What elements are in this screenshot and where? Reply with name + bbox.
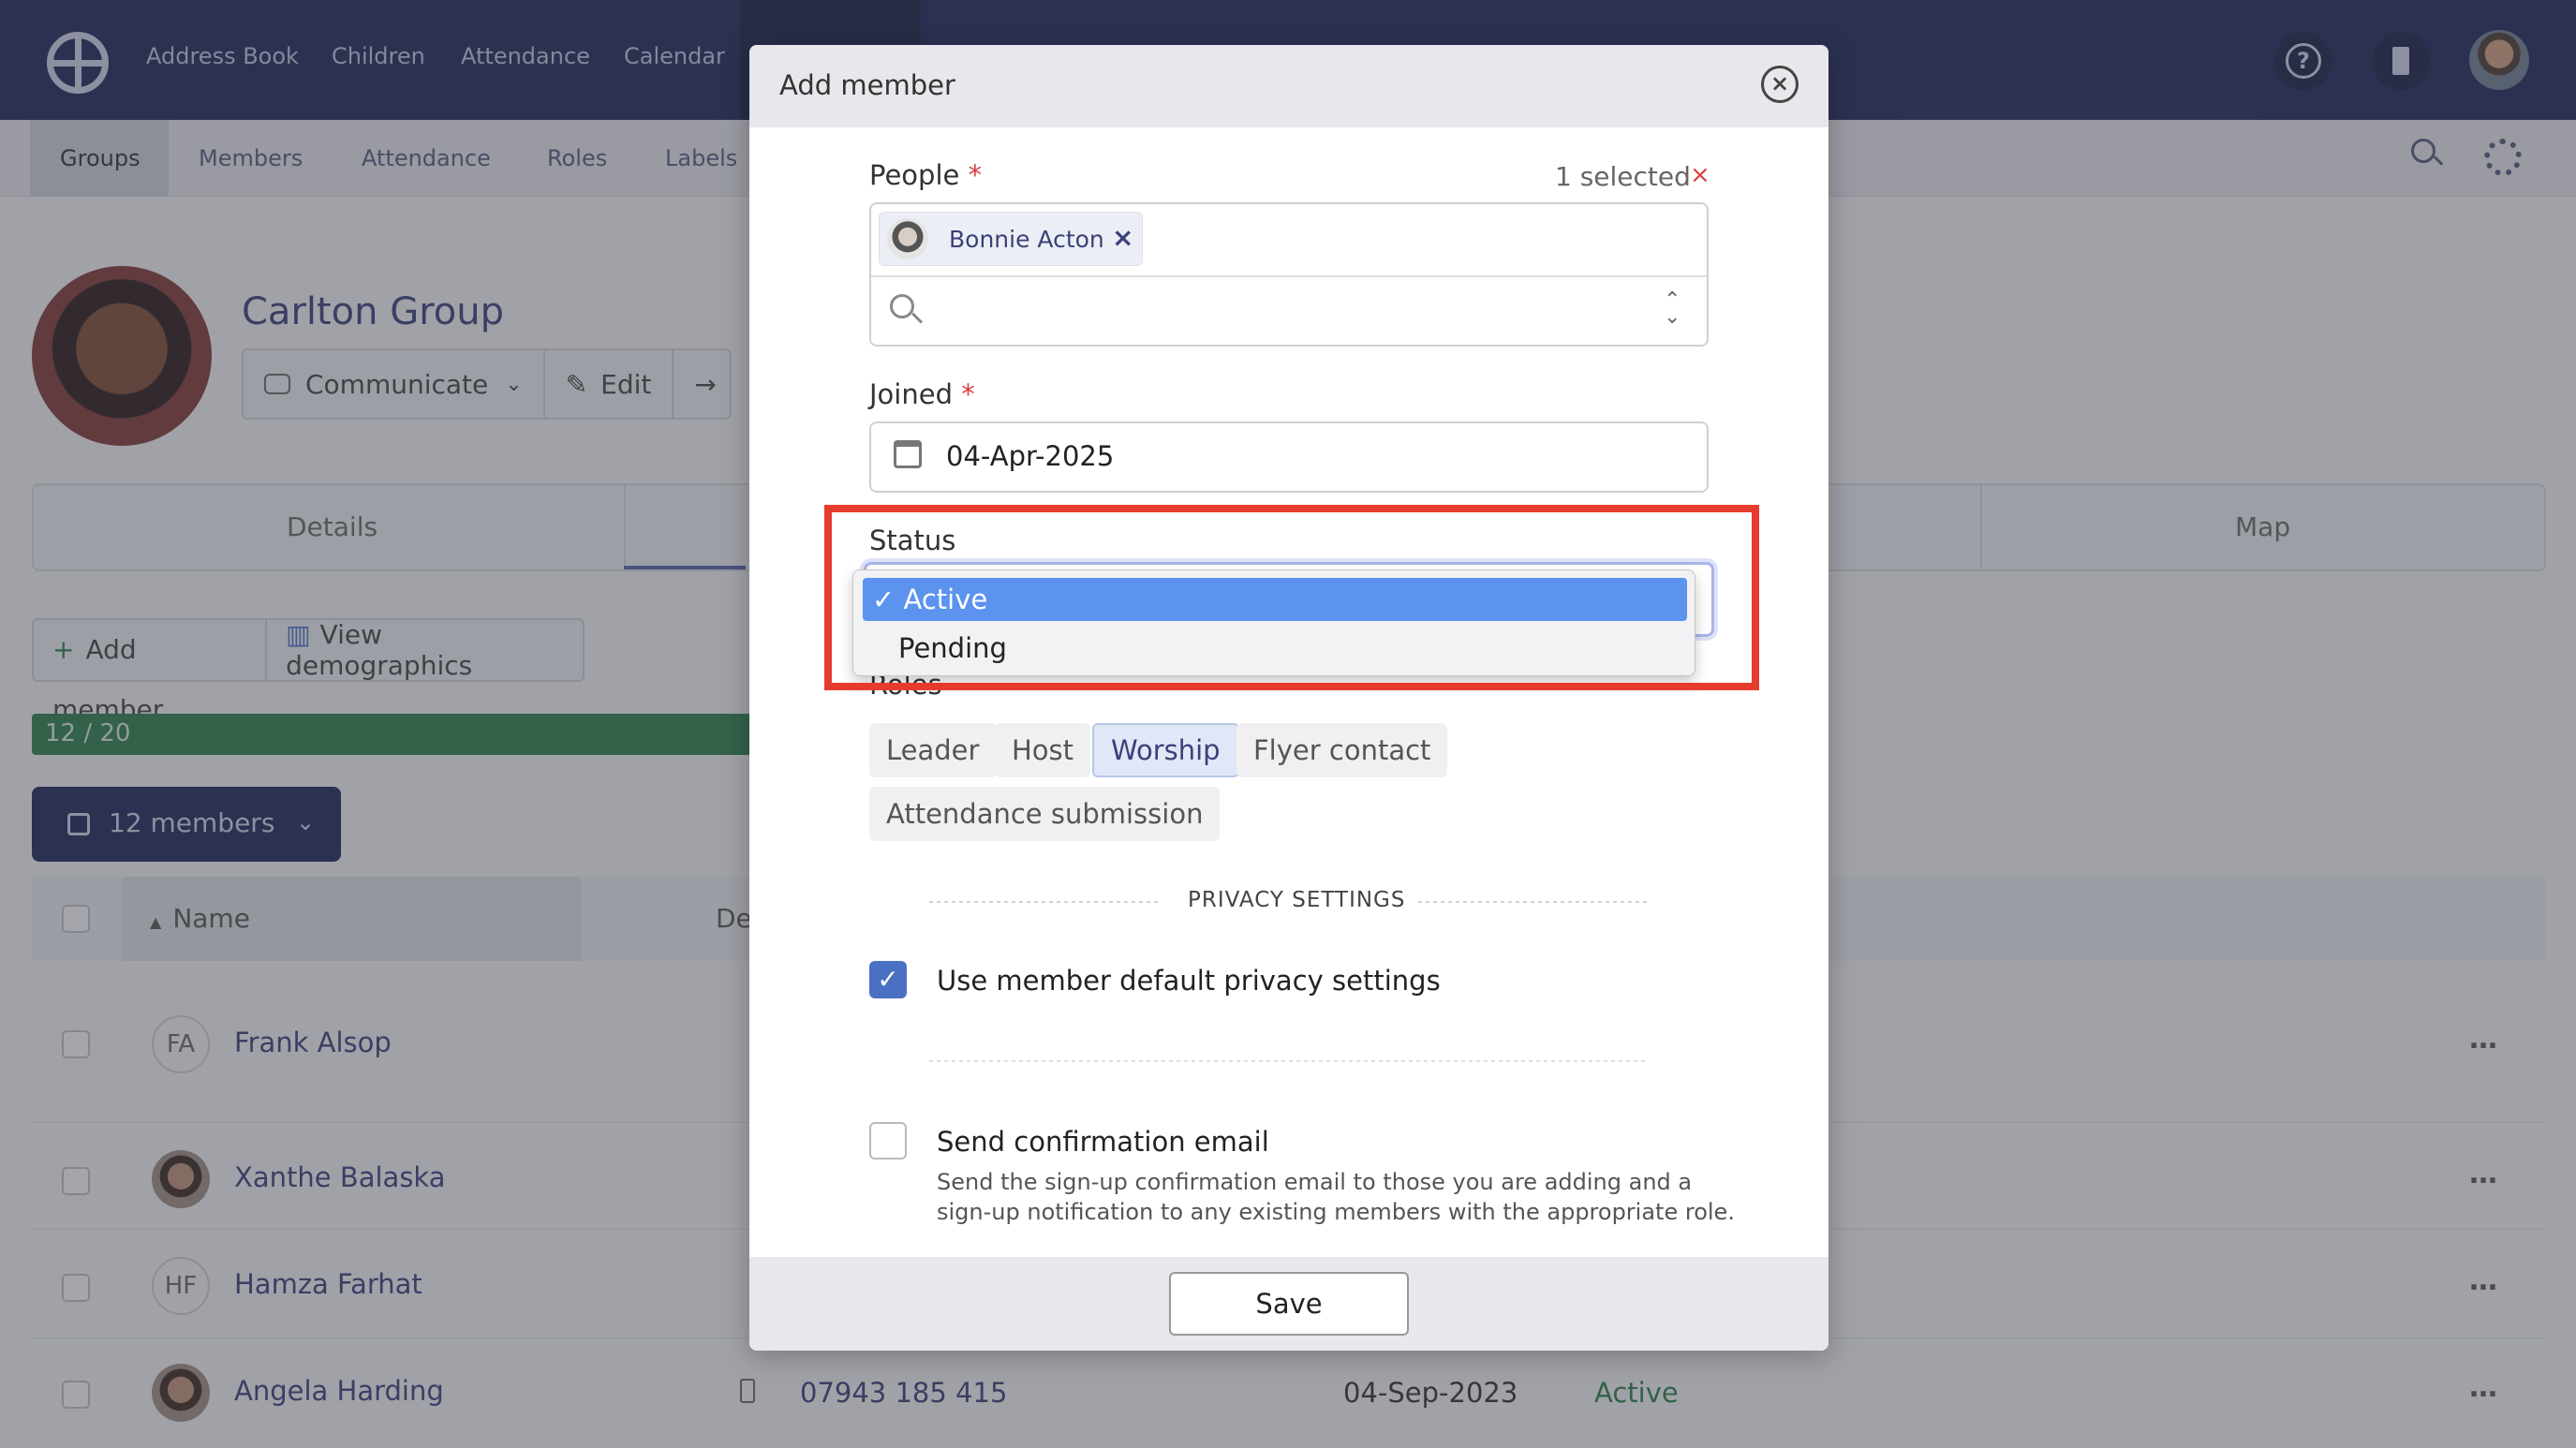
dialog-title: Add member (779, 69, 955, 101)
joined-label: Joined * (869, 378, 975, 410)
divider (1418, 901, 1651, 903)
privacy-default-checkbox[interactable]: ✓ (869, 961, 907, 998)
role-flyer-contact[interactable]: Flyer contact (1236, 723, 1448, 777)
selected-count: 1 selected (1555, 161, 1691, 192)
people-label: People * (869, 159, 982, 191)
search-icon (890, 294, 924, 328)
add-member-dialog: Add member × People * 1 selected × Bonni… (749, 45, 1828, 1351)
highlight-box (824, 505, 1759, 690)
role-host[interactable]: Host (995, 723, 1091, 777)
remove-person-icon[interactable]: × (1112, 222, 1133, 253)
divider (929, 1060, 1649, 1062)
calendar-icon (894, 440, 922, 468)
person-chip-name: Bonnie Acton (949, 226, 1104, 253)
privacy-settings-heading: PRIVACY SETTINGS (1188, 888, 1406, 912)
joined-label-text: Joined (869, 378, 953, 410)
divider (929, 901, 1162, 903)
clear-selection-button[interactable]: × (1690, 161, 1710, 189)
send-confirmation-help: Send the sign-up confirmation email to t… (937, 1169, 1735, 1225)
required-mark: * (968, 159, 983, 191)
joined-date-value: 04-Apr-2025 (946, 440, 1115, 472)
role-leader[interactable]: Leader (869, 723, 997, 777)
close-icon[interactable]: × (1761, 66, 1799, 103)
updown-chevron-icon[interactable]: ⌃ ⌄ (1664, 290, 1680, 328)
send-confirmation-label: Send confirmation email (937, 1126, 1269, 1158)
selected-person-chip: Bonnie Acton × (879, 212, 1143, 266)
role-worship[interactable]: Worship (1092, 723, 1239, 777)
required-mark: * (961, 378, 975, 410)
privacy-default-label: Use member default privacy settings (937, 965, 1441, 997)
avatar (887, 218, 928, 259)
send-confirmation-checkbox[interactable] (869, 1122, 907, 1160)
people-field-divider (871, 275, 1707, 277)
role-attendance-submission[interactable]: Attendance submission (869, 787, 1221, 841)
save-button[interactable]: Save (1169, 1272, 1409, 1336)
people-label-text: People (869, 159, 960, 191)
